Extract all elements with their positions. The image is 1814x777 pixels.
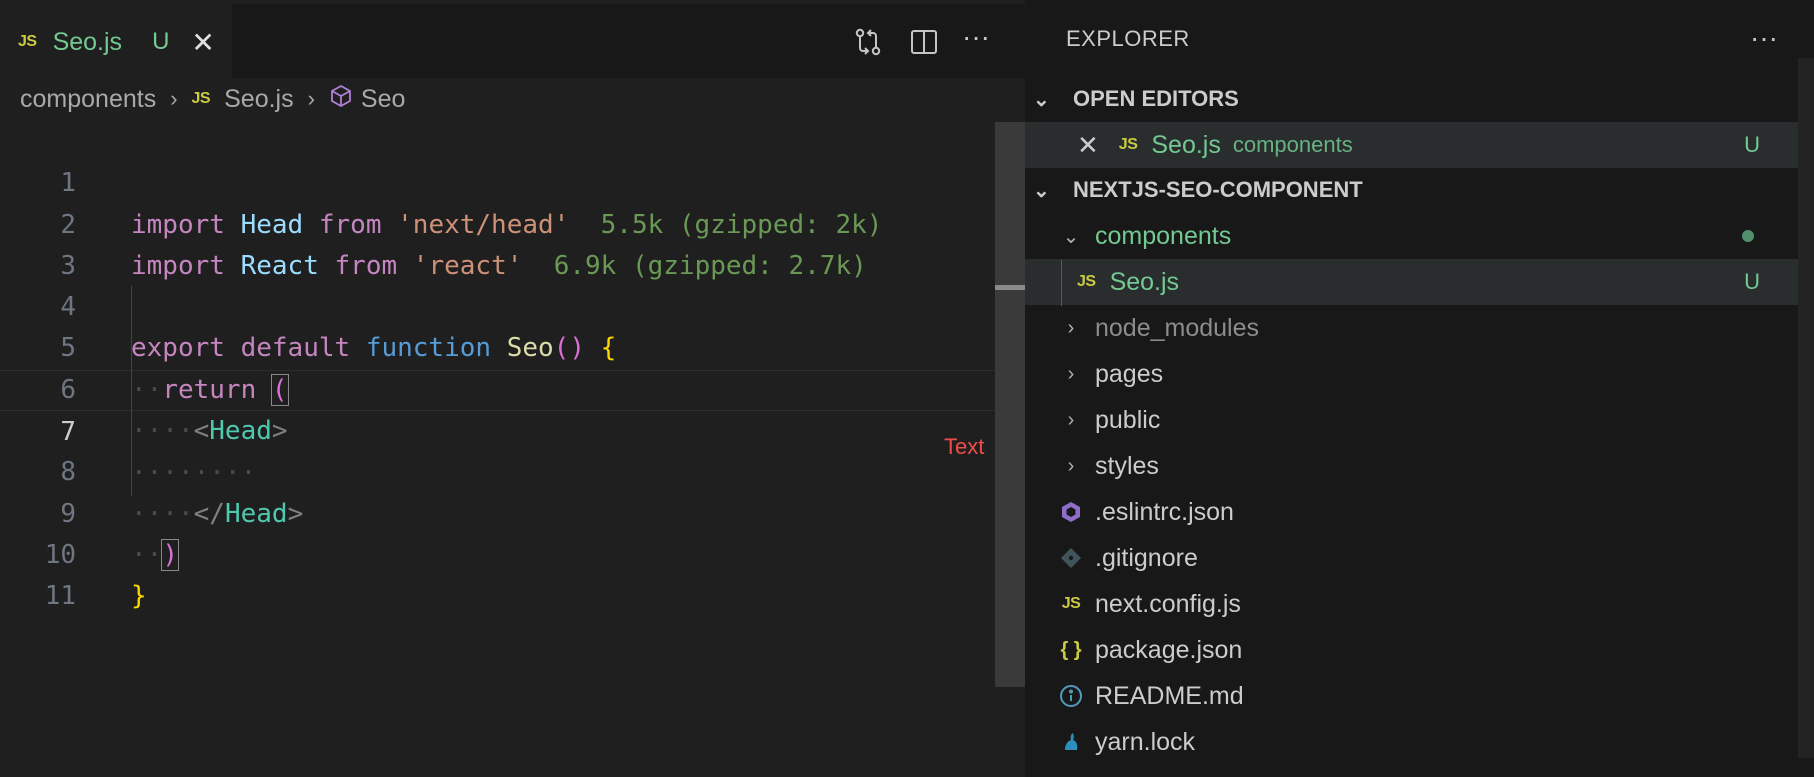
chevron-down-icon: ⌄ [1033, 179, 1050, 202]
inline-hint: Text [944, 434, 985, 459]
section-title: NEXTJS-SEO-COMPONENT [1073, 177, 1363, 202]
split-editor-icon[interactable] [908, 26, 940, 58]
chevron-down-icon: ⌄ [1062, 225, 1080, 248]
git-untracked-badge: U [1744, 132, 1760, 157]
indent-guide [131, 286, 132, 496]
tree-folder-public[interactable]: › public [1025, 397, 1798, 443]
file-label: package.json [1095, 635, 1243, 664]
tree-indent-guide [1061, 260, 1062, 306]
file-label: Seo.js [1109, 267, 1180, 296]
code-line: 4 export default function Seo() { [0, 246, 995, 363]
tree-file-next-config[interactable]: JS next.config.js [1025, 581, 1798, 627]
json-file-icon: { } [1060, 638, 1082, 661]
javascript-file-icon: JS [1061, 595, 1081, 612]
file-label: yarn.lock [1095, 727, 1196, 756]
folder-label: public [1095, 405, 1161, 434]
explorer-sidebar: EXPLORER ··· ⌄ OPEN EDITORS ✕ JS Seo.js … [1025, 0, 1814, 777]
chevron-right-icon: › [1067, 408, 1075, 431]
file-label: .gitignore [1095, 543, 1198, 572]
chevron-right-icon: › [1067, 454, 1075, 477]
javascript-file-icon: JS [1077, 273, 1096, 290]
code-line: 3 [0, 205, 995, 281]
more-actions-icon[interactable]: ··· [960, 23, 992, 58]
tree-folder-node-modules[interactable]: › node_modules [1025, 305, 1798, 351]
javascript-file-icon: JS [18, 33, 37, 50]
chevron-right-icon: › [1067, 362, 1075, 385]
explorer-title: EXPLORER [1066, 26, 1190, 51]
more-actions-icon[interactable]: ··· [1750, 22, 1778, 54]
chevron-down-icon: ⌄ [1033, 88, 1050, 111]
git-untracked-badge: U [1744, 269, 1760, 294]
tree-folder-pages[interactable]: › pages [1025, 351, 1798, 397]
info-icon [1055, 684, 1087, 708]
git-icon [1055, 547, 1087, 569]
breadcrumb-file[interactable]: Seo.js [224, 85, 293, 114]
current-code-line: 7 ········ [0, 369, 995, 488]
editor-scrollbar[interactable] [995, 122, 1025, 687]
tree-file-eslintrc[interactable]: .eslintrc.json [1025, 489, 1798, 535]
breadcrumb-symbol[interactable]: Seo [361, 85, 405, 114]
folder-label: styles [1095, 451, 1159, 480]
code-line: 8 ····</Head> [0, 411, 995, 528]
tab-bar: JS Seo.js U ✕ ··· [0, 4, 1025, 78]
close-icon[interactable]: ✕ [1077, 130, 1099, 161]
line-number: 11 [44, 581, 76, 612]
folder-label: pages [1095, 359, 1164, 388]
project-section-header[interactable]: ⌄ NEXTJS-SEO-COMPONENT [1025, 170, 1798, 210]
open-editor-filename: Seo.js [1151, 130, 1221, 159]
tree-file-readme[interactable]: README.md [1025, 673, 1798, 719]
javascript-file-icon: JS [1118, 136, 1138, 153]
git-untracked-badge: U [152, 28, 170, 55]
code-line: 2 import React from 'react' 6.9k (gzippe… [0, 163, 995, 281]
file-label: .eslintrc.json [1095, 497, 1234, 526]
chevron-right-icon: › [170, 86, 178, 111]
explorer-scrollbar[interactable] [1798, 58, 1814, 758]
scrollbar-cursor-marker [995, 285, 1025, 290]
code-editor[interactable]: 1 import Head from 'next/head' 5.5k (gzi… [0, 122, 995, 611]
tree-file-seo-js[interactable]: JS Seo.js U [1025, 259, 1798, 305]
yarn-icon [1055, 730, 1087, 754]
tab-seo-js[interactable]: JS Seo.js U ✕ [0, 4, 232, 78]
code-line: 5 ··return ( [0, 287, 995, 406]
tree-file-yarn-lock[interactable]: yarn.lock [1025, 719, 1798, 765]
open-editors-section-header[interactable]: ⌄ OPEN EDITORS [1025, 79, 1798, 119]
file-label: README.md [1095, 681, 1244, 710]
open-editor-folder: components [1232, 132, 1353, 157]
git-modified-dot [1742, 230, 1754, 242]
section-title: OPEN EDITORS [1073, 86, 1239, 111]
brace: } [131, 581, 147, 612]
editor-pane: JS Seo.js U ✕ ··· components › JS Seo.js… [0, 0, 1025, 777]
code-line: 9 ··) [0, 452, 995, 571]
tree-folder-components[interactable]: ⌄ components [1025, 213, 1798, 259]
code-line: 10 } [0, 494, 995, 611]
breadcrumb-folder[interactable]: components [20, 85, 156, 114]
tree-file-package-json[interactable]: { } package.json [1025, 627, 1798, 673]
folder-label: node_modules [1095, 313, 1260, 342]
open-changes-icon[interactable] [852, 26, 884, 58]
eslint-icon [1055, 500, 1087, 524]
breadcrumb: components › JS Seo.js › Seo [20, 80, 405, 118]
tab-label: Seo.js [52, 27, 123, 56]
code-line: 11 [0, 535, 995, 611]
open-editor-item[interactable]: ✕ JS Seo.js components U [1025, 122, 1798, 168]
code-line: 6 ····<Head> [0, 328, 995, 446]
javascript-file-icon: JS [191, 90, 211, 107]
symbol-method-icon [329, 84, 353, 115]
tree-file-gitignore[interactable]: .gitignore [1025, 535, 1798, 581]
chevron-right-icon: › [1067, 316, 1075, 339]
chevron-right-icon: › [307, 86, 315, 111]
close-icon[interactable]: ✕ [191, 26, 214, 59]
folder-label: components [1095, 221, 1232, 250]
file-label: next.config.js [1095, 589, 1241, 618]
tree-folder-styles[interactable]: › styles [1025, 443, 1798, 489]
code-line: 1 import Head from 'next/head' 5.5k (gzi… [0, 122, 995, 239]
